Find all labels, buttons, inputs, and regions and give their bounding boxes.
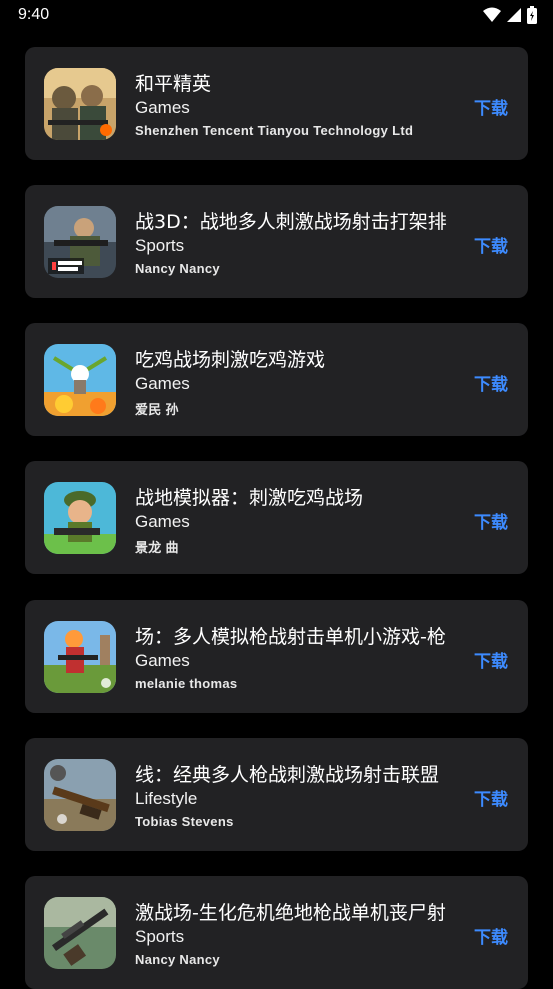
wifi-icon [483, 7, 501, 23]
app-developer: Nancy Nancy [135, 261, 220, 276]
status-time: 9:40 [18, 6, 50, 23]
parachute-soldier-icon [44, 344, 116, 416]
app-name: 场：多人模拟枪战射击单机小游戏-枪 [135, 626, 446, 648]
app-name: 战地模拟器：刺激吃鸡战场 [135, 487, 364, 509]
sniper-rifle-icon [44, 897, 116, 969]
app-name: 和平精英 [135, 73, 212, 95]
download-button[interactable]: 下载 [474, 508, 508, 533]
app-category: Games [135, 651, 190, 670]
bullet-fury-icon [44, 206, 116, 278]
app-category: Games [135, 512, 190, 531]
app-developer: Nancy Nancy [135, 952, 220, 967]
app-card[interactable]: 和平精英 Games Shenzhen Tencent Tianyou Tech… [25, 47, 528, 160]
pubg-soldier-icon [44, 68, 116, 140]
status-bar: 9:40 [0, 0, 553, 30]
battery-icon [527, 6, 537, 24]
download-button[interactable]: 下载 [474, 232, 508, 257]
app-category: Games [135, 374, 190, 393]
app-name: 战3D：战地多人刺激战场射击打架排 [135, 211, 447, 233]
download-button[interactable]: 下载 [474, 785, 508, 810]
app-card[interactable]: 吃鸡战场刺激吃鸡游戏 Games 爱民 孙 下载 [25, 323, 528, 436]
shooter-character-icon [44, 621, 116, 693]
download-button[interactable]: 下载 [474, 923, 508, 948]
status-icons [483, 6, 537, 24]
app-developer: 爱民 孙 [135, 402, 179, 417]
app-card[interactable]: 线：经典多人枪战刺激战场射击联盟 Lifestyle Tobias Steven… [25, 738, 528, 851]
app-category: Sports [135, 236, 185, 255]
app-card[interactable]: 场：多人模拟枪战射击单机小游戏-枪 Games melanie thomas 下… [25, 600, 528, 713]
app-category: Sports [135, 927, 185, 946]
app-developer: melanie thomas [135, 676, 238, 691]
app-name: 吃鸡战场刺激吃鸡游戏 [135, 349, 326, 371]
app-name: 激战场-生化危机绝地枪战单机丧尸射 [135, 902, 446, 924]
cartoon-soldier-icon [44, 482, 116, 554]
download-button[interactable]: 下载 [474, 94, 508, 119]
app-card[interactable]: 战3D：战地多人刺激战场射击打架排 Sports Nancy Nancy 下载 [25, 185, 528, 298]
app-category: Games [135, 98, 190, 117]
app-developer: Tobias Stevens [135, 814, 234, 829]
app-developer: 景龙 曲 [135, 540, 179, 555]
app-category: Lifestyle [135, 789, 198, 808]
download-button[interactable]: 下载 [474, 370, 508, 395]
app-card[interactable]: 激战场-生化危机绝地枪战单机丧尸射 Sports Nancy Nancy 下载 [25, 876, 528, 989]
signal-icon [507, 7, 521, 23]
app-card[interactable]: 战地模拟器：刺激吃鸡战场 Games 景龙 曲 下载 [25, 461, 528, 574]
app-developer: Shenzhen Tencent Tianyou Technology Ltd [135, 123, 414, 138]
rifle-battlefield-icon [44, 759, 116, 831]
app-name: 线：经典多人枪战刺激战场射击联盟 [135, 764, 440, 786]
download-button[interactable]: 下载 [474, 647, 508, 672]
